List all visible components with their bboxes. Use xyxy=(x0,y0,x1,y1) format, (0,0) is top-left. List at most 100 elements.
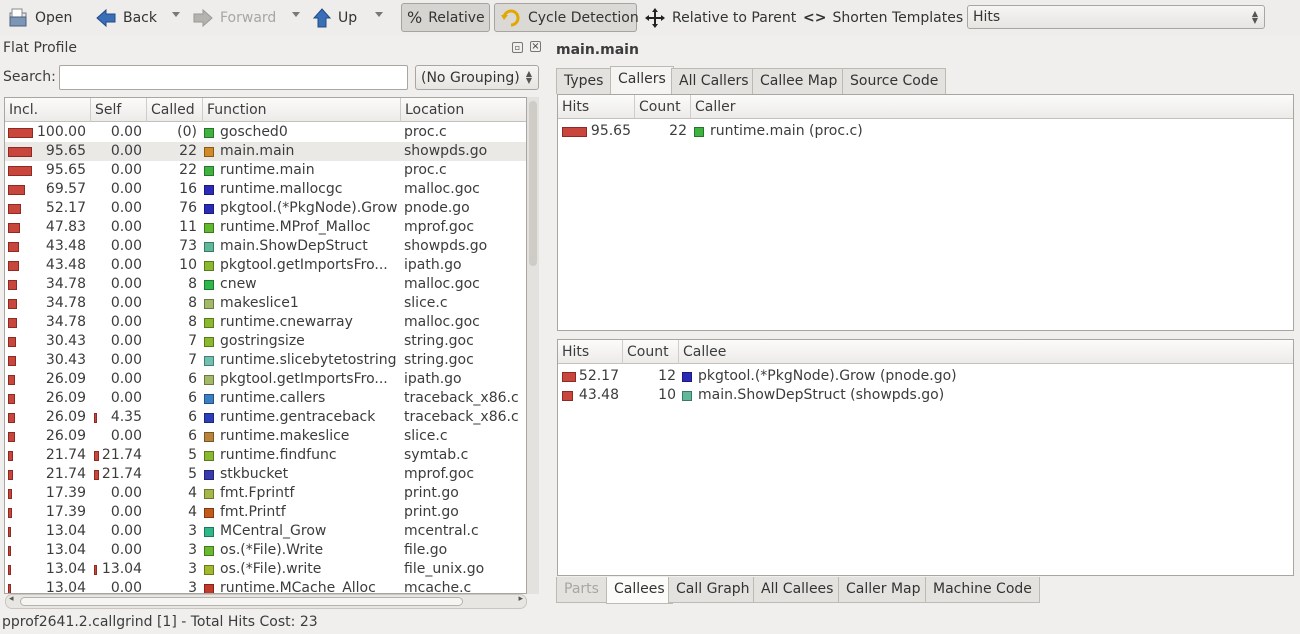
column-header-incl[interactable]: Incl. xyxy=(5,98,91,122)
open-button[interactable]: Open xyxy=(2,3,77,32)
function-name: fmt.Printf xyxy=(220,504,286,520)
incl-value: 43.48 xyxy=(45,257,86,273)
called-value: 6 xyxy=(188,371,197,387)
table-row[interactable]: 34.78 0.00 8 runtime.cnewarray malloc.goc xyxy=(5,313,526,332)
table-row[interactable]: 30.43 0.00 7 gostringsize string.goc xyxy=(5,332,526,351)
incl-cost-bar xyxy=(8,565,11,575)
table-row[interactable]: 52.17 12 pkgtool.(*PkgNode).Grow (pnode.go… xyxy=(558,367,1293,386)
table-row[interactable]: 95.65 0.00 22 main.main showpds.go xyxy=(5,142,526,161)
table-row[interactable]: 43.48 10 main.ShowDepStruct (showpds.go) xyxy=(558,386,1293,405)
event-type-select[interactable]: Hits ▲ ▼ xyxy=(967,5,1265,29)
scroll-left-icon[interactable]: ◂ xyxy=(9,594,14,604)
vertical-scrollbar[interactable] xyxy=(527,97,539,594)
self-value: 0.00 xyxy=(110,504,142,520)
location-value: pnode.go xyxy=(404,200,470,216)
column-header-caller[interactable]: Caller xyxy=(691,95,1293,119)
function-name: os.(*File).Write xyxy=(220,542,324,558)
table-row[interactable]: 26.09 0.00 6 runtime.makeslice slice.c xyxy=(5,427,526,446)
table-row[interactable]: 17.39 0.00 4 fmt.Fprintf print.go xyxy=(5,484,526,503)
up-dropdown-icon[interactable] xyxy=(375,12,383,17)
tab-callees[interactable]: Callees xyxy=(606,577,673,604)
table-row[interactable]: 52.17 0.00 76 pkgtool.(*PkgNode).Grow pnode.… xyxy=(5,199,526,218)
close-dock-icon[interactable]: × xyxy=(530,41,541,52)
incl-cost-bar xyxy=(8,299,17,309)
relative-to-parent-toggle[interactable]: Relative to Parent xyxy=(639,3,801,32)
location-value: malloc.goc xyxy=(404,276,480,292)
table-row[interactable]: 43.48 0.00 10 pkgtool.getImportsFro... ipath… xyxy=(5,256,526,275)
tab-all-callees[interactable]: All Callees xyxy=(753,577,842,603)
table-row[interactable]: 21.74 21.74 5 runtime.findfunc symtab.c xyxy=(5,446,526,465)
tab-source-code[interactable]: Source Code xyxy=(842,68,947,94)
called-value: 76 xyxy=(179,200,197,216)
table-row[interactable]: 43.48 0.00 73 main.ShowDepStruct showpds.go xyxy=(5,237,526,256)
float-dock-icon[interactable]: ▫ xyxy=(512,42,523,53)
tab-callers[interactable]: Callers xyxy=(610,66,674,94)
table-row[interactable]: 26.09 0.00 6 pkgtool.getImportsFro... ipath.… xyxy=(5,370,526,389)
horizontal-scroll-thumb[interactable] xyxy=(20,597,463,606)
table-row[interactable]: 34.78 0.00 8 makeslice1 slice.c xyxy=(5,294,526,313)
table-row[interactable]: 26.09 0.00 6 runtime.callers traceback_x86.c xyxy=(5,389,526,408)
tab-parts[interactable]: Parts xyxy=(556,577,607,603)
search-input[interactable] xyxy=(59,65,408,90)
back-button[interactable]: Back xyxy=(90,3,162,32)
table-row[interactable]: 17.39 0.00 4 fmt.Printf print.go xyxy=(5,503,526,522)
location-value: malloc.goc xyxy=(404,314,480,330)
function-color-swatch xyxy=(204,413,214,423)
column-header-called[interactable]: Called xyxy=(147,98,203,122)
vertical-scroll-thumb[interactable] xyxy=(529,101,537,266)
forward-button[interactable]: Forward xyxy=(187,3,281,32)
table-row[interactable]: 47.83 0.00 11 runtime.MProf_Malloc mprof.goc xyxy=(5,218,526,237)
table-row[interactable]: 95.65 22 runtime.main (proc.c) xyxy=(558,122,1293,141)
table-row[interactable]: 30.43 0.00 7 runtime.slicebytetostring strin… xyxy=(5,351,526,370)
relative-toggle[interactable]: % Relative xyxy=(401,3,490,32)
back-dropdown-icon[interactable] xyxy=(172,12,180,17)
column-header-count[interactable]: Count xyxy=(623,340,679,364)
scroll-right-icon[interactable]: ▸ xyxy=(518,594,523,604)
function-color-swatch xyxy=(694,127,704,137)
tab-callee-map[interactable]: Callee Map xyxy=(752,68,846,94)
location-value: malloc.goc xyxy=(404,181,480,197)
column-header-count[interactable]: Count xyxy=(635,95,691,119)
table-row[interactable]: 26.09 4.35 6 runtime.gentraceback traceback_… xyxy=(5,408,526,427)
incl-value: 100.00 xyxy=(37,124,86,140)
shorten-templates-toggle[interactable]: <> Shorten Templates xyxy=(798,3,968,32)
column-header-location[interactable]: Location xyxy=(401,98,526,122)
called-value: 4 xyxy=(188,485,197,501)
tab-all-callers[interactable]: All Callers xyxy=(671,68,757,94)
column-header-function[interactable]: Function xyxy=(203,98,401,122)
table-row[interactable]: 34.78 0.00 8 cnew malloc.goc xyxy=(5,275,526,294)
tab-machine-code[interactable]: Machine Code xyxy=(925,577,1040,603)
location-value: showpds.go xyxy=(404,143,488,159)
location-value: string.goc xyxy=(404,333,474,349)
forward-dropdown-icon[interactable] xyxy=(292,12,300,17)
incl-cost-bar xyxy=(8,204,21,214)
cycle-detection-toggle[interactable]: Cycle Detection xyxy=(494,3,639,32)
table-row[interactable]: 13.04 0.00 3 runtime.MCache_Alloc mcache.c xyxy=(5,579,526,593)
tab-types[interactable]: Types xyxy=(556,68,612,94)
column-header-self[interactable]: Self xyxy=(91,98,147,122)
tab-caller-map[interactable]: Caller Map xyxy=(838,577,929,603)
tab-call-graph[interactable]: Call Graph xyxy=(668,577,758,603)
table-row[interactable]: 21.74 21.74 5 stkbucket mprof.goc xyxy=(5,465,526,484)
grouping-select[interactable]: (No Grouping) ▲ ▼ xyxy=(415,65,539,90)
horizontal-scrollbar[interactable]: ◂ ▸ xyxy=(5,594,527,609)
move-arrows-icon xyxy=(645,7,665,28)
table-row[interactable]: 69.57 0.00 16 runtime.mallocgc malloc.goc xyxy=(5,180,526,199)
location-value: proc.c xyxy=(404,124,447,140)
table-row[interactable]: 13.04 13.04 3 os.(*File).write file_unix.go xyxy=(5,560,526,579)
function-color-swatch xyxy=(204,356,214,366)
function-name: gosched0 xyxy=(220,124,288,140)
location-value: mprof.goc xyxy=(404,466,475,482)
self-value: 0.00 xyxy=(110,238,142,254)
table-row[interactable]: 13.04 0.00 3 os.(*File).Write file.go xyxy=(5,541,526,560)
location-value: print.go xyxy=(404,485,459,501)
function-color-swatch xyxy=(204,432,214,442)
column-header-hits[interactable]: Hits xyxy=(558,95,635,119)
table-row[interactable]: 100.00 0.00 (0) gosched0 proc.c xyxy=(5,123,526,142)
table-row[interactable]: 95.65 0.00 22 runtime.main proc.c xyxy=(5,161,526,180)
flat-profile-table: Incl. Self Called Function Location 100.… xyxy=(4,97,527,594)
column-header-hits[interactable]: Hits xyxy=(558,340,623,364)
up-button[interactable]: Up xyxy=(307,3,362,32)
column-header-callee[interactable]: Callee xyxy=(679,340,1293,364)
table-row[interactable]: 13.04 0.00 3 MCentral_Grow mcentral.c xyxy=(5,522,526,541)
